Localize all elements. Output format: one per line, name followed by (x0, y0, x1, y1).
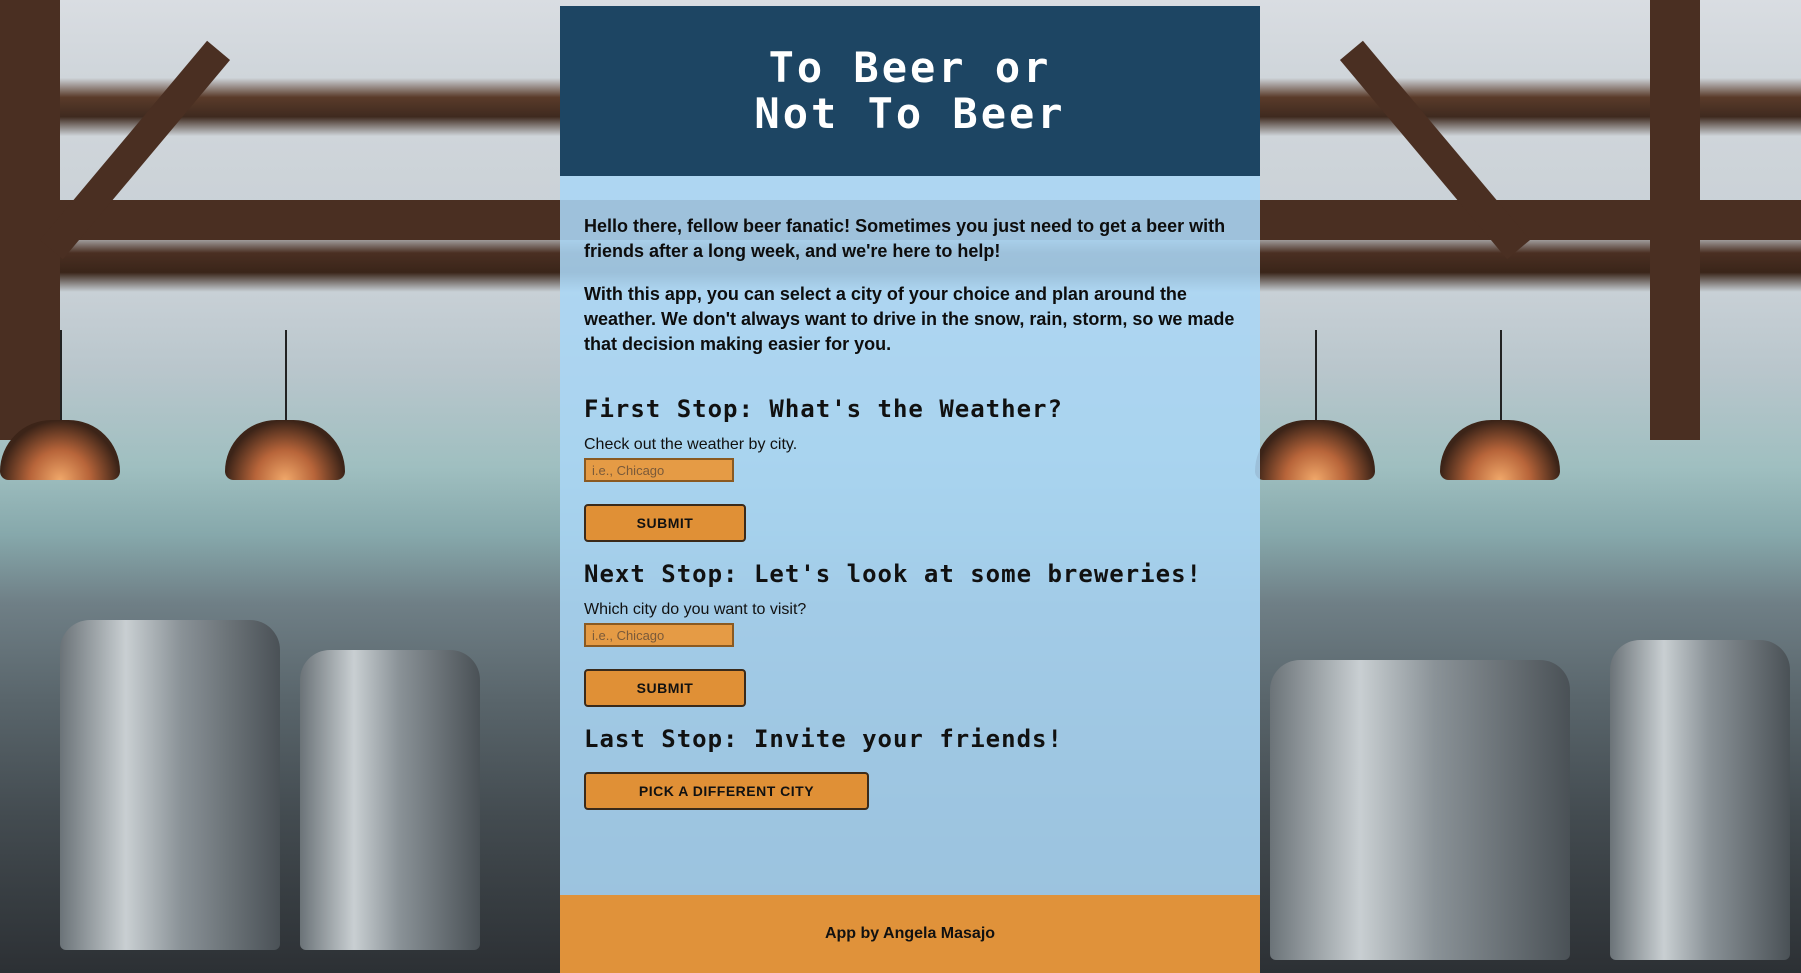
weather-city-input[interactable] (584, 458, 734, 482)
background-lamp (225, 330, 345, 480)
intro-paragraph: Hello there, fellow beer fanatic! Someti… (584, 216, 1226, 261)
weather-submit-button[interactable]: SUBMIT (584, 504, 746, 542)
breweries-heading: Next Stop: Let's look at some breweries! (584, 560, 1202, 588)
weather-heading: First Stop: What's the Weather? (584, 395, 1063, 423)
weather-section: First Stop: What's the Weather? Check ou… (584, 397, 1236, 542)
intro-paragraph: With this app, you can select a city of … (584, 284, 1235, 354)
breweries-submit-button[interactable]: SUBMIT (584, 669, 746, 707)
breweries-city-input[interactable] (584, 623, 734, 647)
background-lamp (0, 330, 120, 480)
site-header: To Beer or Not To Beer (560, 6, 1260, 176)
main-panel: To Beer or Not To Beer Hello there, fell… (560, 6, 1260, 973)
background-beam (1650, 0, 1700, 440)
pick-different-city-button[interactable]: PICK A DIFFERENT CITY (584, 772, 869, 810)
background-beam (39, 40, 231, 260)
breweries-section: Next Stop: Let's look at some breweries!… (584, 562, 1236, 707)
background-tank (1270, 660, 1570, 960)
background-tank (300, 650, 480, 950)
background-beam (1339, 40, 1531, 260)
background-lamp (1255, 330, 1375, 480)
site-title: To Beer or Not To Beer (754, 43, 1066, 138)
background-tank (1610, 640, 1790, 960)
background-beam (0, 0, 60, 440)
footer-credit: App by Angela Masajo (824, 925, 996, 942)
intro-section: Hello there, fellow beer fanatic! Someti… (584, 214, 1236, 357)
site-footer: App by Angela Masajo (560, 895, 1260, 973)
background-lamp (1440, 330, 1560, 480)
content-area: Hello there, fellow beer fanatic! Someti… (560, 176, 1260, 810)
weather-city-label: Check out the weather by city. (584, 436, 798, 453)
background-tank (60, 620, 280, 950)
invite-section: Last Stop: Invite your friends! PICK A D… (584, 727, 1236, 810)
invite-heading: Last Stop: Invite your friends! (584, 725, 1063, 753)
breweries-city-label: Which city do you want to visit? (584, 601, 807, 618)
